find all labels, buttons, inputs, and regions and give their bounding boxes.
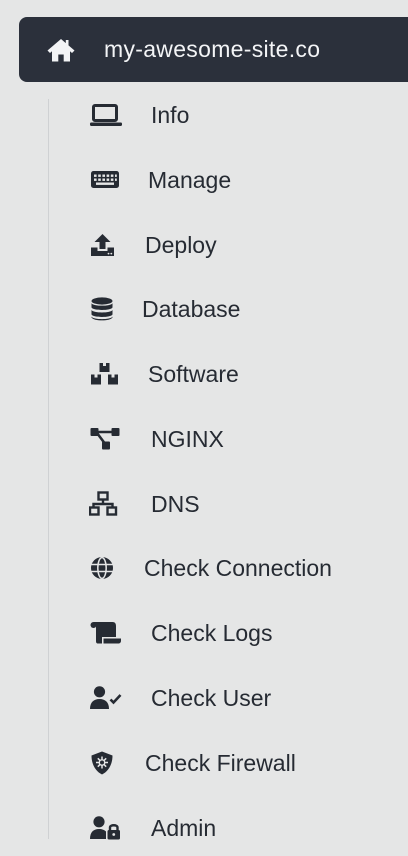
tree-line [48, 99, 49, 839]
laptop-icon [89, 102, 123, 128]
database-icon [89, 296, 123, 322]
menu-item-dns[interactable]: DNS [0, 479, 408, 529]
menu-item-label: DNS [151, 491, 200, 517]
menu-item-label: Check User [151, 685, 272, 711]
menu-item-check-connection[interactable]: Check Connection [0, 543, 408, 593]
menu-item-check-firewall[interactable]: Check Firewall [0, 738, 408, 788]
menu-item-label: Check Firewall [145, 750, 296, 776]
menu-item-info[interactable]: Info [0, 90, 408, 140]
menu-item-label: Software [148, 361, 239, 387]
network-icon [89, 491, 123, 517]
boxes-icon [89, 361, 123, 387]
menu-item-database[interactable]: Database [0, 284, 408, 334]
menu-item-software[interactable]: Software [0, 349, 408, 399]
menu-item-manage[interactable]: Manage [0, 155, 408, 205]
menu-item-label: Check Connection [144, 555, 332, 581]
menu-item-label: Deploy [145, 232, 217, 258]
menu-item-label: Info [151, 102, 190, 128]
menu-item-label: Manage [148, 167, 232, 193]
site-name: my-awesome-site.co [104, 36, 321, 62]
scroll-icon [89, 620, 123, 646]
menu-item-admin[interactable]: Admin [0, 803, 408, 853]
menu-item-label: Check Logs [151, 620, 273, 646]
menu-item-check-user[interactable]: Check User [0, 673, 408, 723]
nodes-icon [89, 426, 123, 452]
menu-item-deploy[interactable]: Deploy [0, 220, 408, 270]
shield-virus-icon [89, 750, 123, 776]
user-check-icon [89, 685, 123, 711]
menu-item-label: Admin [151, 815, 217, 841]
menu-item-check-logs[interactable]: Check Logs [0, 608, 408, 658]
menu-item-label: Database [142, 296, 241, 322]
upload-icon [89, 232, 123, 258]
user-lock-icon [89, 815, 123, 841]
keyboard-icon [89, 167, 123, 193]
menu-item-nginx[interactable]: NGINX [0, 414, 408, 464]
globe-icon [89, 555, 123, 581]
menu-item-label: NGINX [151, 426, 224, 452]
home-icon [46, 37, 76, 63]
site-header[interactable]: my-awesome-site.co [19, 17, 408, 82]
